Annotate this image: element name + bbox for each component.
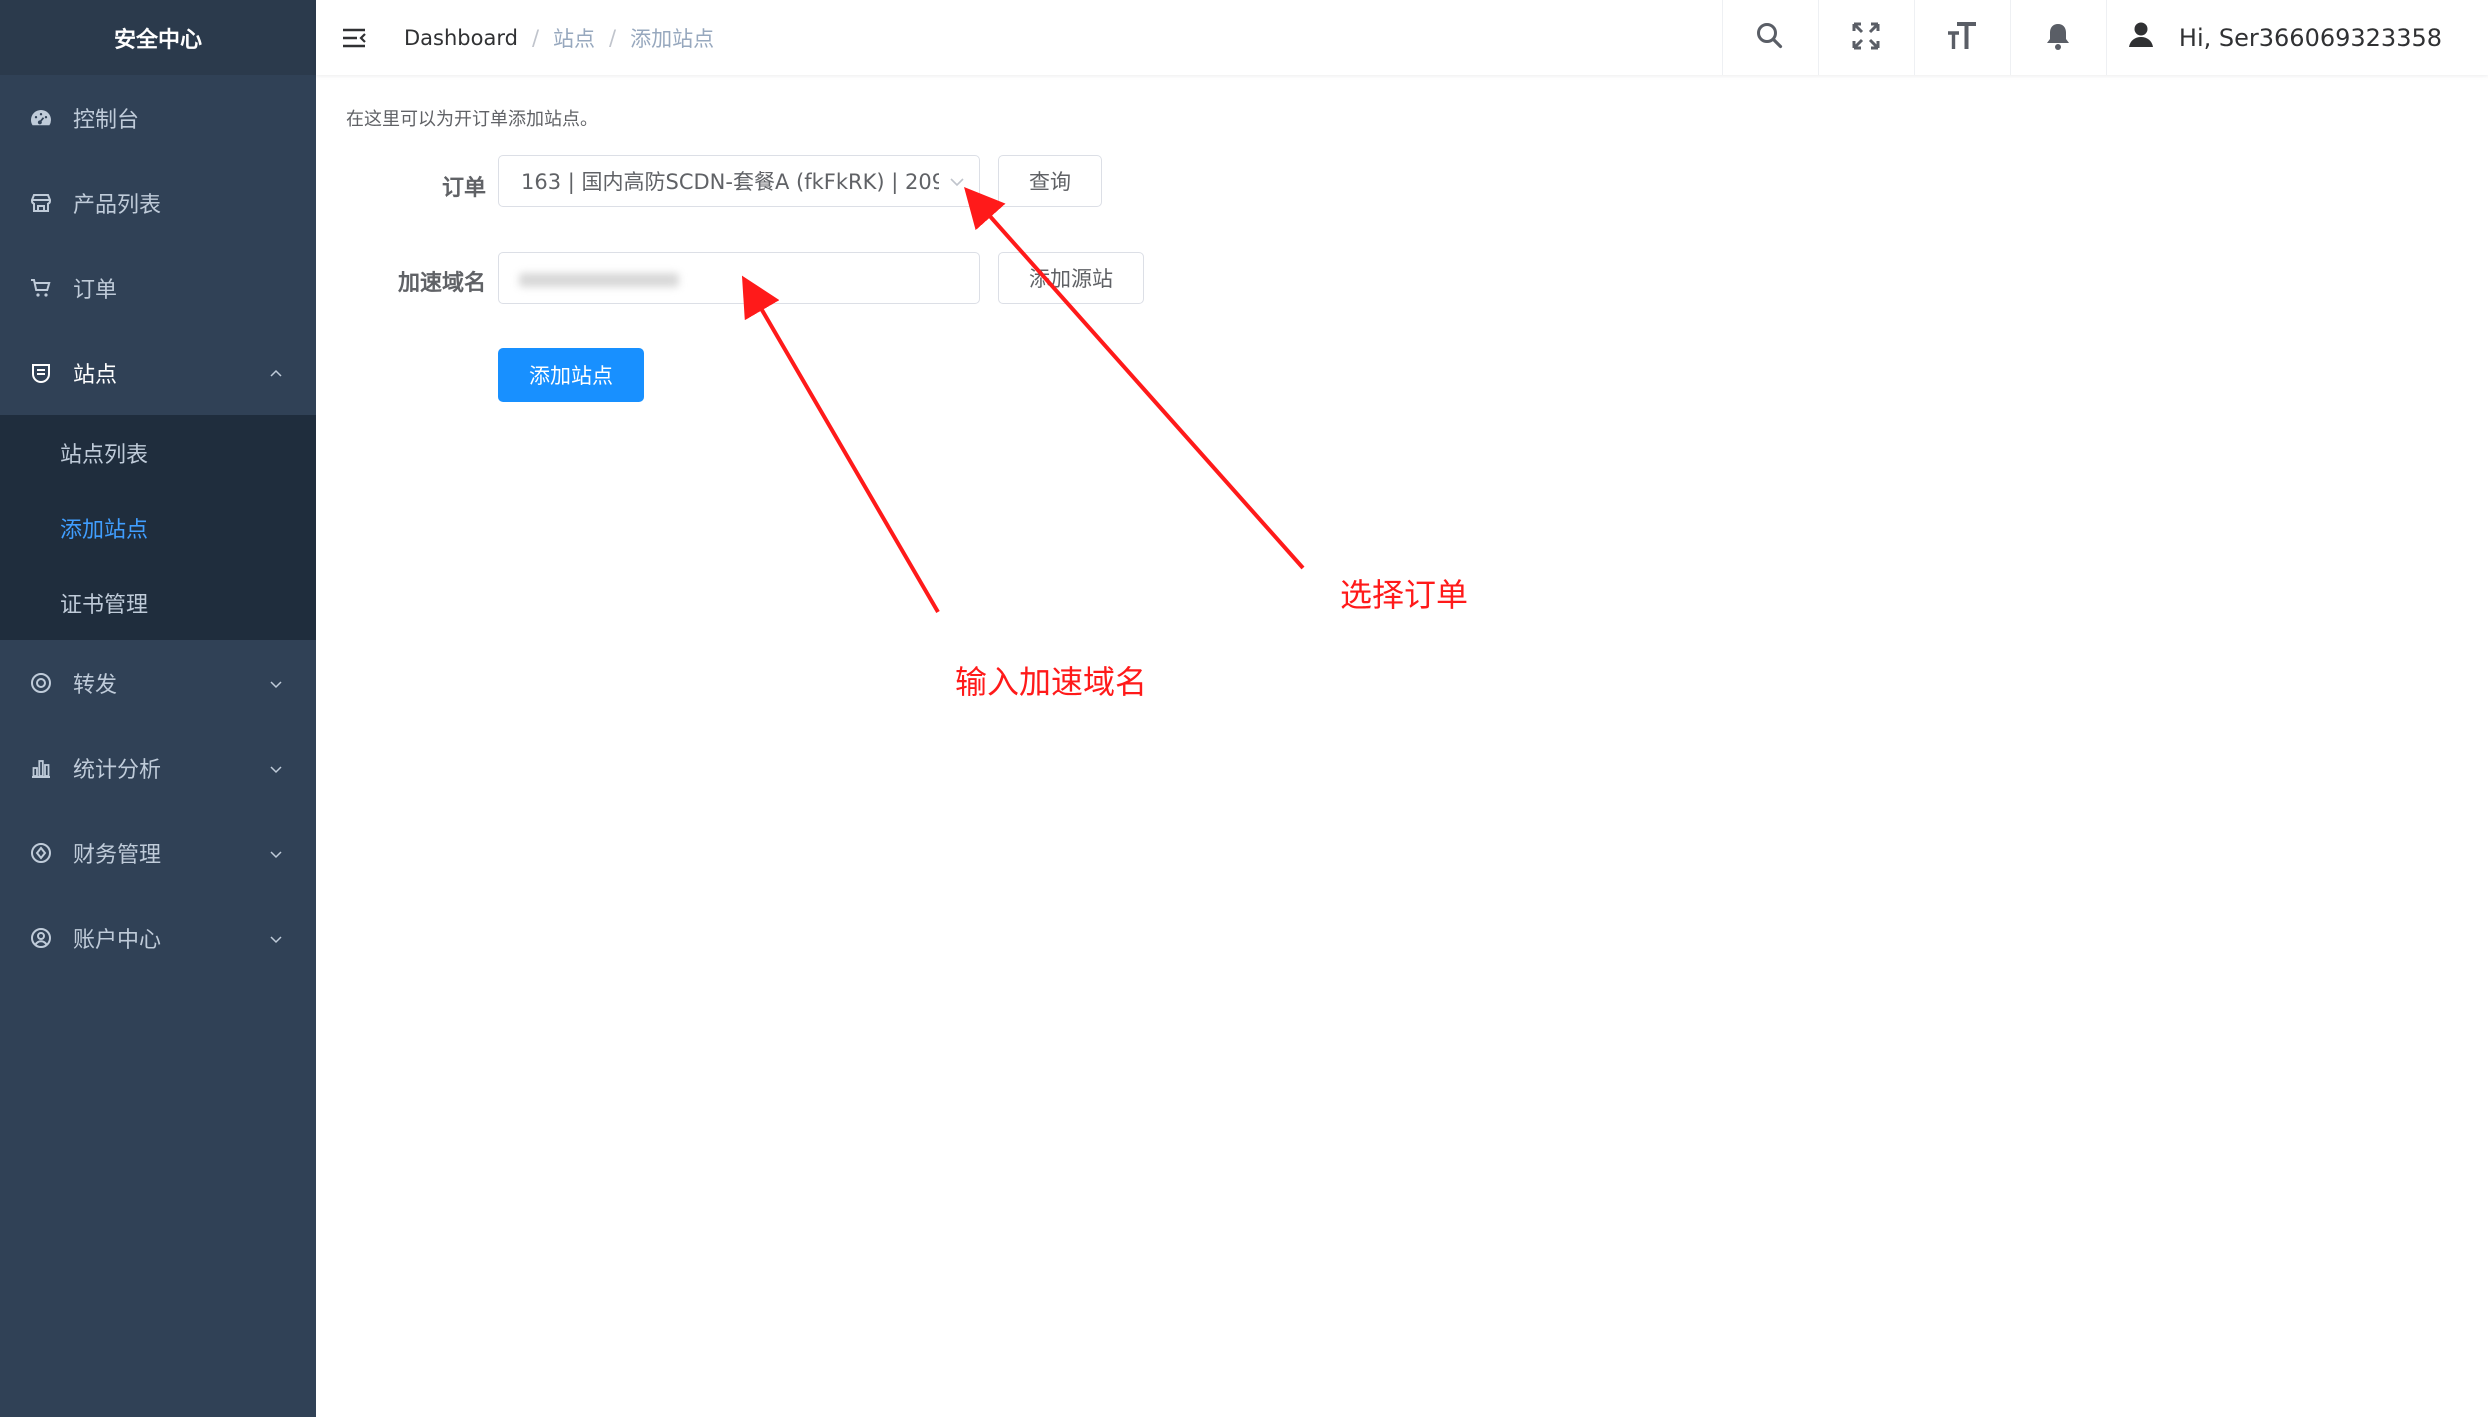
bell-icon (2041, 19, 2075, 57)
sidebar-item-label: 统计分析 (73, 757, 162, 783)
user-menu[interactable]: Hi, Ser366069323358 (2105, 0, 2488, 75)
fullscreen-icon (1849, 19, 1883, 57)
query-button[interactable]: 查询 (998, 155, 1102, 207)
order-select-value: 163 | 国内高防SCDN-套餐A (fkFkRK) | 2099-01-01 (521, 170, 939, 194)
user-greeting: Hi, Ser366069323358 (2178, 23, 2442, 52)
account-icon (29, 926, 53, 950)
font-size-button[interactable] (1913, 0, 2010, 75)
search-button[interactable] (1721, 0, 1818, 75)
fullscreen-button[interactable] (1817, 0, 1914, 75)
brand-title: 安全中心 (0, 0, 316, 75)
chevron-down-icon (947, 172, 967, 192)
shop-icon (29, 191, 53, 215)
header-toolbar: Hi, Ser366069323358 (1721, 0, 2488, 75)
breadcrumb-separator: / (531, 25, 540, 50)
dashboard-icon (29, 106, 53, 130)
sidebar-item-finance[interactable]: 财务管理 (0, 810, 316, 895)
sidebar-subitem-add-site[interactable]: 添加站点 (0, 490, 316, 565)
chevron-down-icon (268, 843, 284, 859)
sidebar-item-label: 财务管理 (73, 842, 162, 868)
user-icon (2125, 19, 2179, 57)
order-select[interactable]: 163 | 国内高防SCDN-套餐A (fkFkRK) | 2099-01-01 (498, 155, 980, 207)
text-size-icon (1945, 19, 1979, 57)
breadcrumb-separator: / (609, 25, 617, 50)
sidebar-item-label: 转发 (73, 672, 118, 698)
finance-icon (29, 841, 53, 865)
breadcrumb-sites: 站点 (553, 26, 596, 51)
breadcrumb-dashboard[interactable]: Dashboard (404, 26, 518, 50)
redacted-domain (519, 273, 679, 287)
annotation-input-domain: 输入加速域名 (955, 663, 1148, 701)
chart-icon (29, 756, 53, 780)
sidebar-item-account[interactable]: 账户中心 (0, 895, 316, 980)
sidebar-item-label: 控制台 (73, 107, 140, 133)
sidebar-item-statistics[interactable]: 统计分析 (0, 725, 316, 810)
sidebar-item-label: 订单 (73, 277, 118, 303)
chevron-up-icon (268, 363, 284, 379)
sidebar-item-label: 站点 (73, 362, 118, 388)
cart-icon (29, 276, 53, 300)
site-icon (29, 361, 53, 385)
sidebar-item-forward[interactable]: 转发 (0, 640, 316, 725)
sidebar-item-orders[interactable]: 订单 (0, 245, 316, 330)
chevron-down-icon (268, 758, 284, 774)
search-icon (1753, 19, 1787, 57)
forward-icon (29, 671, 53, 695)
submenu-sites: 站点列表 添加站点 证书管理 (0, 415, 316, 640)
sidebar-item-products[interactable]: 产品列表 (0, 160, 316, 245)
top-navbar: Dashboard / 站点 / 添加站点 Hi, Ser36606932335… (316, 0, 2488, 75)
sidebar-subitem-certificates[interactable]: 证书管理 (0, 565, 316, 640)
chevron-down-icon (268, 673, 284, 689)
chevron-down-icon (268, 928, 284, 944)
domain-field[interactable] (498, 252, 980, 304)
menu-toggle-icon[interactable] (340, 24, 368, 52)
breadcrumb-add-site: 添加站点 (630, 26, 715, 51)
main-content: 在这里可以为开订单添加站点。 订单 163 | 国内高防SCDN-套餐A (fk… (316, 75, 2488, 1417)
form-hint: 在这里可以为开订单添加站点。 (346, 109, 598, 130)
domain-label: 加速域名 (397, 271, 486, 296)
notifications-button[interactable] (2009, 0, 2106, 75)
add-origin-button[interactable]: 添加源站 (998, 252, 1144, 304)
sidebar-item-dashboard[interactable]: 控制台 (0, 75, 316, 160)
breadcrumb: Dashboard / 站点 / 添加站点 (404, 0, 714, 75)
sidebar-item-sites[interactable]: 站点 (0, 330, 316, 415)
order-label: 订单 (441, 176, 486, 201)
annotation-select-order: 选择订单 (1340, 576, 1469, 614)
add-site-submit-button[interactable]: 添加站点 (498, 348, 644, 402)
sidebar-subitem-site-list[interactable]: 站点列表 (0, 415, 316, 490)
sidebar: 安全中心 控制台 产品列表 订单 站点 站点列表 添加站点 证书管理 转发 统计… (0, 0, 316, 1417)
sidebar-item-label: 账户中心 (73, 927, 162, 953)
sidebar-item-label: 产品列表 (73, 192, 162, 218)
